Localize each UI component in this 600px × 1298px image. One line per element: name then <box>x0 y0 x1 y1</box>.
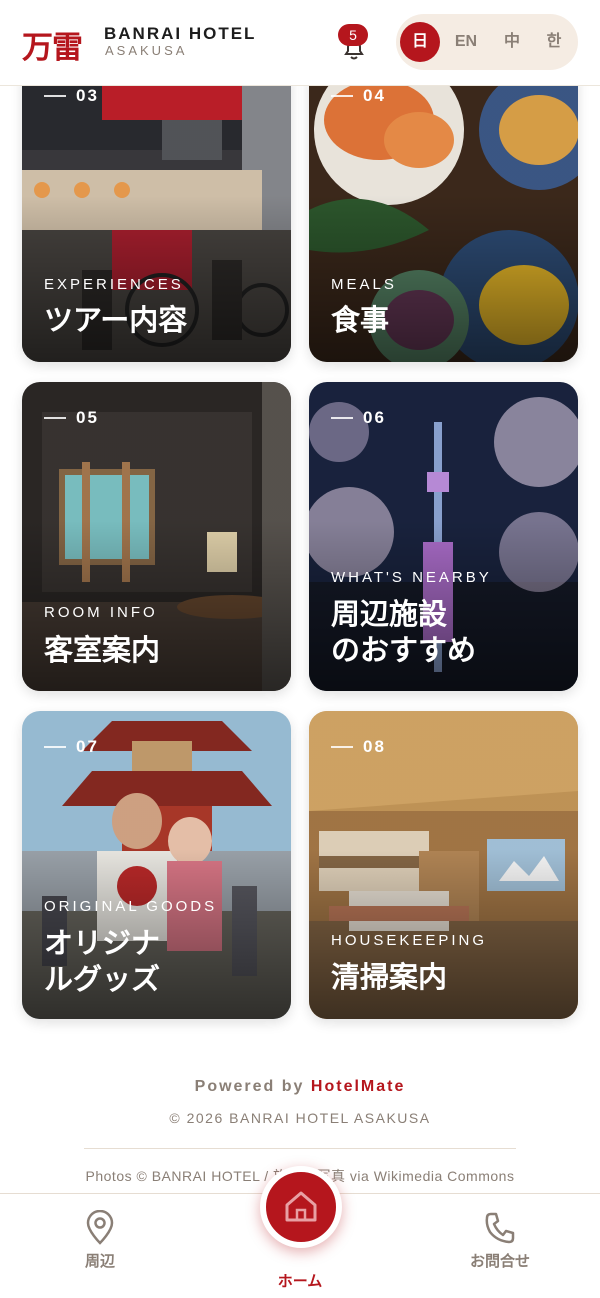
card-title: 食事 <box>331 303 390 337</box>
card-label: ROOM INFO <box>44 604 158 621</box>
card-number: 03 <box>44 86 99 106</box>
card-label: WHAT'S NEARBY <box>331 569 492 586</box>
card-title: オリジナ ルグッズ <box>44 926 161 996</box>
card-number: 04 <box>331 86 386 106</box>
lang-ko-button[interactable]: 한 <box>534 22 574 62</box>
card-experiences[interactable]: 03 EXPERIENCES ツアー内容 <box>22 60 291 362</box>
home-button[interactable] <box>260 1166 342 1248</box>
app-header: 万雷 BANRAI HOTEL ASAKUSA 5 日 EN 中 한 <box>0 0 600 86</box>
card-number: 07 <box>44 737 99 757</box>
logo[interactable]: 万雷 <box>22 22 83 67</box>
card-label: EXPERIENCES <box>44 276 184 293</box>
card-label: HOUSEKEEPING <box>331 932 488 949</box>
notification-button[interactable]: 5 <box>334 24 374 64</box>
powered-brand-link[interactable]: HotelMate <box>311 1078 405 1095</box>
nav-contact-label: お問合せ <box>469 1253 530 1270</box>
card-housekeeping[interactable]: 08 HOUSEKEEPING 清掃案内 <box>309 711 578 1019</box>
lang-en-button[interactable]: EN <box>446 22 486 62</box>
brand-subtitle: ASAKUSA <box>105 43 188 58</box>
footer-divider <box>84 1148 516 1149</box>
phone-icon <box>485 1212 515 1244</box>
card-label: MEALS <box>331 276 397 293</box>
home-icon <box>285 1191 317 1222</box>
language-switcher: 日 EN 中 한 <box>396 14 578 70</box>
powered-by: Powered by HotelMate <box>0 1078 600 1096</box>
card-number: 06 <box>331 408 386 428</box>
card-whats-nearby[interactable]: 06 WHAT'S NEARBY 周辺施設 のおすすめ <box>309 382 578 691</box>
card-title: ツアー内容 <box>44 303 188 337</box>
card-original-goods[interactable]: 07 ORIGINAL GOODS オリジナ ルグッズ <box>22 711 291 1019</box>
map-pin-icon <box>86 1210 114 1245</box>
lang-zh-button[interactable]: 中 <box>492 22 532 62</box>
nav-nearby-label: 周辺 <box>84 1253 115 1270</box>
powered-prefix: Powered by <box>194 1078 305 1095</box>
card-number: 05 <box>44 408 99 428</box>
nav-contact[interactable]: お問合せ <box>460 1210 540 1271</box>
card-title: 客室案内 <box>44 633 161 667</box>
copyright: © 2026 BANRAI HOTEL ASAKUSA <box>169 1110 431 1126</box>
card-title: 周辺施設 のおすすめ <box>331 597 477 667</box>
card-meals[interactable]: 04 MEALS 食事 <box>309 60 578 362</box>
nav-nearby[interactable]: 周辺 <box>60 1210 140 1271</box>
notification-badge: 5 <box>338 24 368 46</box>
nav-home-label: ホーム <box>277 1273 323 1290</box>
card-room-info[interactable]: 05 ROOM INFO 客室案内 <box>22 382 291 691</box>
card-number: 08 <box>331 737 386 757</box>
card-title: 清掃案内 <box>331 960 448 994</box>
lang-ja-button[interactable]: 日 <box>400 22 440 62</box>
card-label: ORIGINAL GOODS <box>44 898 218 915</box>
brand-name: BANRAI HOTEL <box>104 24 257 43</box>
